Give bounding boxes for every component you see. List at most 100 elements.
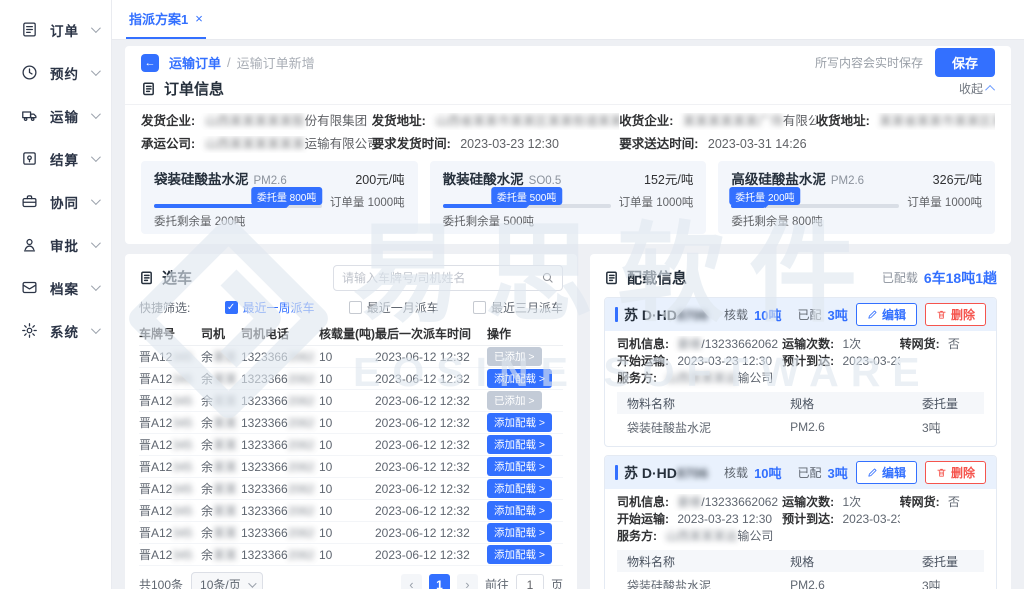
plate-cell: 晋A12345 (139, 502, 201, 519)
filter-option-2[interactable]: 最近一月派车 (349, 299, 439, 316)
add-load-button[interactable]: 添加配载 > (487, 479, 552, 498)
sidebar-item-label: 订单 (50, 20, 79, 40)
trash-icon (936, 467, 947, 478)
quick-filter-label: 快捷筛选: (139, 299, 190, 316)
close-icon[interactable]: × (195, 11, 203, 26)
product-price: 326元/吨 (933, 169, 982, 188)
phone-cell: 13233662062 (241, 526, 319, 540)
vehicle-row: 晋A12345 余某某 13233662062 10 2023-06-12 12… (139, 500, 563, 522)
add-load-button[interactable]: 添加配载 > (487, 369, 552, 388)
filter-option-3[interactable]: 最近三月派车 (473, 299, 563, 316)
prev-page-button[interactable]: ‹ (401, 574, 422, 589)
edit-button[interactable]: 编辑 (856, 303, 917, 326)
action-cell: 添加配载 > (487, 501, 552, 520)
accent-bar (615, 307, 618, 322)
current-page[interactable]: 1 (429, 574, 450, 589)
load-cards: 苏 D·HD8706 核载 10吨 已配 3吨 编辑 删除 司机信息: 姜维/1… (604, 297, 997, 589)
filter-option-1[interactable]: ✓ 最近一周派车 (225, 299, 315, 316)
page-size-value: 10条/页 (200, 576, 241, 589)
sidebar-item-7[interactable]: 档案 (0, 266, 111, 309)
chevron-down-icon (91, 152, 101, 162)
plate-cell: 晋A12345 (139, 458, 201, 475)
order-field: 收货地址: 某某省某某市某某区某某建材大厦 (816, 113, 995, 130)
approve-icon (21, 236, 38, 253)
back-button[interactable]: ← (141, 54, 159, 72)
pair-label: 预计到达: (782, 512, 834, 526)
phone-cell: 13233662062 (241, 482, 319, 496)
sidebar-item-8[interactable]: 系统 (0, 309, 111, 352)
add-load-button[interactable]: 添加配载 > (487, 457, 552, 476)
order-field: 发货企业: 山西某某某某某股份有限集团 (141, 113, 372, 130)
page-content: ← 运输订单 / 运输订单新增 所写内容会实时保存 保存 订单信息 收起 (112, 40, 1024, 589)
checkbox-icon[interactable] (473, 301, 486, 314)
capacity-cell: 10 (319, 526, 375, 540)
breadcrumb: ← 运输订单 / 运输订单新增 所写内容会实时保存 保存 (141, 50, 995, 75)
goto-page-input[interactable] (516, 574, 544, 589)
breadcrumb-current: 运输订单新增 (237, 53, 315, 72)
pair-label: 司机信息: (617, 495, 669, 509)
sidebar-item-4[interactable]: 结算 (0, 137, 111, 180)
sidebar-item-3[interactable]: 运输 (0, 94, 111, 137)
last-dispatch-cell: 2023-06-12 12:32 (375, 350, 487, 364)
chevron-down-icon (91, 109, 101, 119)
last-dispatch-cell: 2023-06-12 12:32 (375, 482, 487, 496)
save-button[interactable]: 保存 (935, 48, 995, 77)
add-load-button[interactable]: 添加配载 > (487, 413, 552, 432)
plate-cell: 晋A12345 (139, 348, 201, 365)
add-load-button[interactable]: 添加配载 > (487, 545, 552, 564)
chevron-down-icon (248, 579, 256, 587)
vehicle-select-header: 选车 (139, 264, 563, 291)
pair-label: 预计到达: (782, 354, 834, 368)
order-field: 承运公司: 山西某某某某某某运输有限公司 (141, 136, 372, 153)
product-name: 散装硅酸水泥 (443, 168, 524, 188)
sidebar-item-label: 结算 (50, 149, 79, 169)
add-load-button[interactable]: 添加配载 > (487, 523, 552, 542)
sidebar-item-6[interactable]: 审批 (0, 223, 111, 266)
field-label: 要求发货时间: (372, 137, 451, 151)
vehicle-row: 晋A12345 余某某 13233662062 10 2023-06-12 12… (139, 412, 563, 434)
pair-value: 姜维/13233662062 (677, 495, 778, 509)
sidebar-item-label: 系统 (50, 321, 79, 341)
material-column-header: 委托量 (922, 553, 974, 570)
plate-cell: 晋A12345 (139, 436, 201, 453)
page-size-select[interactable]: 10条/页 (191, 572, 263, 589)
sidebar-item-1[interactable]: 订单 (0, 8, 111, 51)
next-page-button[interactable]: › (457, 574, 478, 589)
capacity-cell: 10 (319, 350, 375, 364)
tab-dispatch-plan[interactable]: 指派方案1 × (126, 0, 206, 39)
sidebar-item-2[interactable]: 预约 (0, 51, 111, 94)
load-info-pair: 预计到达: 2023-03-23 12:30 (782, 511, 899, 528)
vehicle-row: 晋A12345 余某某 13233662062 10 2023-06-12 12… (139, 456, 563, 478)
action-cell: 已添加 > (487, 347, 542, 366)
capacity-label: 核载 (724, 464, 748, 481)
breadcrumb-parent-link[interactable]: 运输订单 (169, 53, 221, 72)
add-load-button[interactable]: 添加配载 > (487, 435, 552, 454)
capacity-cell: 10 (319, 416, 375, 430)
product-price: 152元/吨 (644, 169, 693, 188)
goto-label: 前往 (485, 576, 509, 589)
product-spec: PM2.6 (831, 175, 864, 187)
material-row: 袋装硅酸盐水泥PM2.63吨 (617, 572, 984, 589)
vehicle-plate: 苏 D·HD8706 (624, 305, 708, 325)
field-value: 山西某某某某某某运输有限公司 (205, 137, 372, 151)
pair-label: 转网货: (900, 495, 940, 509)
pencil-icon (867, 309, 878, 320)
product-card: 袋装硅酸盐水泥 PM2.6 200元/吨 委托量 800吨 订单量 1000吨 … (141, 161, 418, 234)
checkbox-icon[interactable] (349, 301, 362, 314)
load-card-body: 司机信息: 姜维/13233662062 运输次数: 1次 转网货: 否 开始运… (605, 331, 996, 446)
delete-button[interactable]: 删除 (925, 303, 986, 326)
loaded-value: 3吨 (828, 305, 848, 324)
material-column-header: 规格 (790, 553, 922, 570)
sidebar-item-label: 预约 (50, 63, 79, 83)
collapse-toggle[interactable]: 收起 (959, 80, 995, 97)
plate-cell: 晋A12345 (139, 480, 201, 497)
edit-button[interactable]: 编辑 (856, 461, 917, 484)
add-load-button[interactable]: 添加配载 > (487, 501, 552, 520)
delete-button[interactable]: 删除 (925, 461, 986, 484)
vehicle-search-input[interactable] (342, 271, 541, 285)
search-icon[interactable] (541, 271, 554, 284)
chevron-down-icon (91, 238, 101, 248)
checkbox-icon[interactable]: ✓ (225, 301, 238, 314)
sidebar-item-5[interactable]: 协同 (0, 180, 111, 223)
remaining-quantity: 委托剩余量 500吨 (443, 213, 694, 228)
